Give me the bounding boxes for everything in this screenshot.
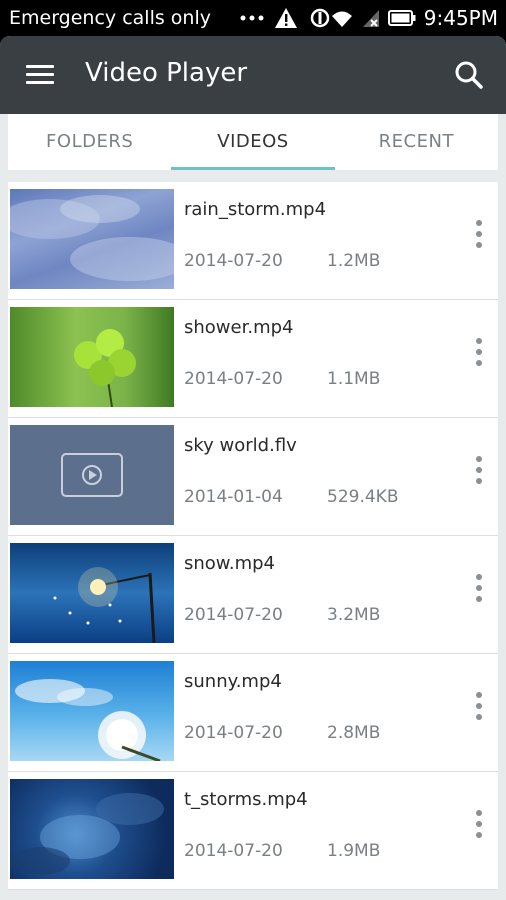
video-item[interactable]: rain_storm.mp4 2014-07-20 1.2MB <box>8 182 498 300</box>
video-size: 3.2MB <box>327 605 381 625</box>
video-date: 2014-07-20 <box>184 605 283 625</box>
clover-image <box>74 329 136 407</box>
clock: 9:45PM <box>423 6 498 30</box>
video-date: 2014-07-20 <box>184 723 283 743</box>
video-date: 2014-07-20 <box>184 841 283 861</box>
tab-folders[interactable]: FOLDERS <box>8 114 171 170</box>
video-size: 2.8MB <box>327 723 381 743</box>
rain-clouds-image <box>10 195 174 281</box>
video-thumbnail[interactable] <box>10 779 174 879</box>
tab-videos[interactable]: VIDEOS <box>171 114 335 170</box>
video-item[interactable]: shower.mp4 2014-07-20 1.1MB <box>8 300 498 418</box>
more-dots-icon <box>240 15 264 21</box>
video-name: shower.mp4 <box>184 317 294 338</box>
search-icon[interactable] <box>454 60 484 90</box>
video-size: 1.9MB <box>327 841 381 861</box>
tab-bar: FOLDERS VIDEOS RECENT <box>8 114 498 170</box>
warning-icon <box>275 8 297 28</box>
no-signal-icon <box>362 10 379 27</box>
more-options-icon[interactable] <box>472 220 486 254</box>
video-item[interactable]: t_storms.mp4 2014-07-20 1.9MB <box>8 772 498 890</box>
video-thumbnail[interactable] <box>10 425 174 525</box>
video-size: 1.1MB <box>327 369 381 389</box>
toolbar: Video Player <box>0 36 506 114</box>
sync-icon <box>310 8 330 28</box>
dandelion-image <box>15 679 161 761</box>
video-size: 1.2MB <box>327 251 381 271</box>
storm-clouds-image <box>10 793 164 875</box>
video-name: snow.mp4 <box>184 553 276 574</box>
video-name: sunny.mp4 <box>184 671 282 692</box>
notification-icons <box>240 6 332 30</box>
app-title: Video Player <box>85 58 248 88</box>
more-options-icon[interactable] <box>472 692 486 726</box>
video-thumbnail[interactable] <box>10 543 174 643</box>
wifi-icon <box>331 11 352 27</box>
video-list: rain_storm.mp4 2014-07-20 1.2MB shower.m… <box>8 182 498 890</box>
system-icons: 9:45PM <box>330 6 498 30</box>
tab-recent[interactable]: RECENT <box>335 114 498 170</box>
video-name: sky world.flv <box>184 435 297 456</box>
video-item[interactable]: sky world.flv 2014-01-04 529.4KB <box>8 418 498 536</box>
video-date: 2014-07-20 <box>184 369 283 389</box>
app-window: Video Player FOLDERS VIDEOS RECENT rain_… <box>0 36 506 900</box>
more-options-icon[interactable] <box>472 810 486 844</box>
carrier-text: Emergency calls only <box>9 7 211 29</box>
streetlamp-snow-image <box>53 567 156 643</box>
video-date: 2014-07-20 <box>184 251 283 271</box>
video-thumbnail[interactable] <box>10 189 174 289</box>
video-thumbnail[interactable] <box>10 661 174 761</box>
battery-icon <box>387 10 416 26</box>
more-options-icon[interactable] <box>472 456 486 490</box>
video-name: t_storms.mp4 <box>184 789 308 810</box>
menu-icon[interactable] <box>26 65 54 85</box>
video-thumbnail[interactable] <box>10 307 174 407</box>
more-options-icon[interactable] <box>472 574 486 608</box>
video-item[interactable]: snow.mp4 2014-07-20 3.2MB <box>8 536 498 654</box>
video-size: 529.4KB <box>327 487 399 507</box>
more-options-icon[interactable] <box>472 338 486 372</box>
video-item[interactable]: sunny.mp4 2014-07-20 2.8MB <box>8 654 498 772</box>
video-date: 2014-01-04 <box>184 487 283 507</box>
video-placeholder-icon <box>61 453 123 497</box>
status-bar: Emergency calls only 9:45PM <box>0 0 506 36</box>
video-name: rain_storm.mp4 <box>184 199 327 220</box>
